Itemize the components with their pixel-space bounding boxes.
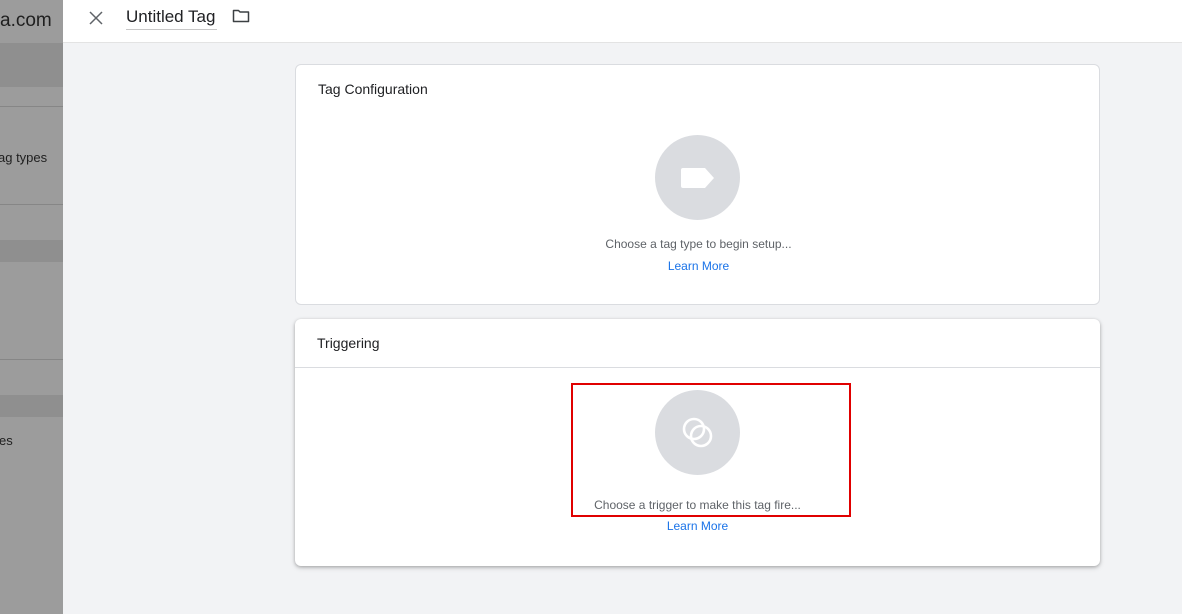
background-band: [0, 395, 63, 417]
background-domain-text: a.com: [0, 10, 52, 31]
folder-button[interactable]: [231, 7, 251, 25]
trigger-picker[interactable]: [655, 390, 740, 475]
background-sidebar-text: es: [0, 433, 13, 448]
triggering-learn-more-link[interactable]: Learn More: [667, 519, 728, 533]
background-divider: [0, 359, 63, 360]
background-sidebar-text: ag types: [0, 150, 48, 165]
trigger-icon: [682, 417, 712, 447]
triggering-title: Triggering: [317, 335, 380, 351]
tag-configuration-title: Tag Configuration: [318, 81, 428, 97]
background-divider: [0, 106, 63, 107]
tag-configuration-card[interactable]: Tag Configuration Choose a tag type to b…: [295, 64, 1100, 305]
folder-icon: [232, 9, 250, 23]
tag-configuration-hint: Choose a tag type to begin setup...: [605, 237, 792, 251]
tag-configuration-learn-more-link[interactable]: Learn More: [668, 259, 729, 273]
triggering-card[interactable]: Triggering Choose a trigger to make this…: [295, 319, 1100, 566]
triggering-hint: Choose a trigger to make this tag fire..…: [594, 498, 801, 512]
background-sidebar: a.com ag types es: [0, 0, 63, 614]
triggering-divider: [295, 367, 1100, 368]
close-button[interactable]: [83, 5, 109, 31]
tag-editor-panel: Untitled Tag Tag Configuration Choose a …: [63, 0, 1182, 614]
tag-name-input[interactable]: Untitled Tag: [126, 6, 218, 30]
tag-type-picker[interactable]: [655, 135, 740, 220]
close-icon: [89, 11, 103, 25]
background-band: [0, 43, 63, 87]
background-band: [0, 240, 63, 262]
panel-header: Untitled Tag: [63, 0, 1182, 43]
background-divider: [0, 204, 63, 205]
tag-icon: [680, 167, 714, 188]
